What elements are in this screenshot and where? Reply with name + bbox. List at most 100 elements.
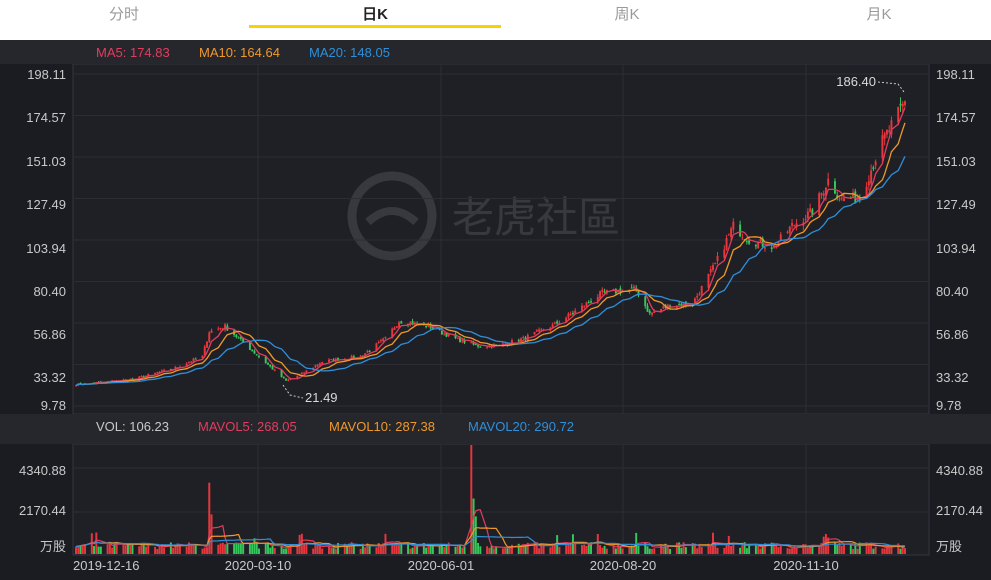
ma20-legend: MA20: 148.05 [309,45,390,60]
volume-bar [791,548,794,554]
volume-bar [172,547,175,554]
volume-bar [506,548,509,554]
candle-body [187,362,190,364]
candle-body [192,358,195,362]
candle-body [748,240,751,244]
volume-bar [865,542,868,554]
x-tick: 2020-06-01 [408,558,475,573]
candle-body [707,273,710,288]
candle-body [330,359,333,361]
volume-bar [567,544,570,554]
tab-intraday[interactable]: 分时 [64,0,184,30]
volume-bar [163,547,166,554]
volume-bar [619,546,622,554]
mavol20-legend: MAVOL20: 290.72 [468,419,574,434]
volume-bar [558,546,561,554]
candle-body [425,325,428,328]
candle-body [700,286,703,295]
volume-bar [727,535,730,554]
volume-bar [852,549,855,554]
volume-bar [488,547,491,554]
volume-bar [431,545,434,554]
volume-bar [185,546,188,554]
volume-bar [391,544,394,554]
price-tick-right: 198.11 [936,67,975,82]
volume-bar [849,544,852,554]
candle-body [486,346,489,348]
candle-body [838,198,841,200]
active-tab-indicator [249,25,501,28]
price-tick-right: 33.32 [936,370,969,385]
volume-bar [725,544,728,554]
candle-body [653,311,656,313]
volume-bar [601,547,604,554]
candle-body [477,345,480,347]
volume-bar [501,548,504,554]
volume-bar [332,548,335,554]
volume-bar [463,546,466,554]
volume-bar [904,548,906,554]
candle-body [644,296,647,307]
candle-body [854,191,857,203]
volume-tick-right: 4340.88 [936,463,983,478]
kline-chart[interactable]: 老虎社區 MA5: 174.83 MA10: 164.64 MA20: 148.… [0,40,991,575]
volume-bar [248,543,251,554]
tab-monthly-k[interactable]: 月K [819,0,939,30]
volume-bar [303,544,306,554]
price-tick-left: 103.94 [26,241,66,256]
candle-body [271,366,274,370]
candle-body [730,228,733,238]
volume-bar [612,543,615,554]
candle-body [400,321,403,324]
volume-bar [459,545,461,554]
volume-bar [682,542,685,554]
volume-bar [257,548,260,554]
candle-body [321,361,324,364]
candle-body [257,356,260,358]
candle-body [786,231,789,233]
volume-bar [158,546,161,554]
candle-body [574,310,577,314]
candle-body [190,361,193,363]
candle-body [820,193,823,195]
candle-body [590,301,592,303]
candle-body [759,239,762,242]
candle-body [763,247,766,249]
candle-body [723,249,726,258]
volume-bar [398,543,400,554]
volume-bar [330,547,333,554]
candle-body [904,101,906,106]
candle-body [883,133,886,139]
candle-body [470,342,473,344]
candle-body [382,338,385,342]
volume-bar [675,542,678,554]
price-tick-right: 127.49 [936,197,976,212]
candle-body [163,369,166,371]
volume-bar [684,547,687,554]
candle-body [140,376,143,378]
volume-bar [779,545,782,554]
volume-bar [346,546,349,554]
volume-bar [237,543,240,554]
volume-bar [454,546,457,554]
volume-bar [169,542,172,554]
tab-weekly-k[interactable]: 周K [567,0,687,30]
volume-bar [409,548,412,554]
volume-bar [267,542,269,554]
volume-bar [400,543,403,554]
volume-bar [596,533,599,554]
x-tick: 2020-03-10 [225,558,292,573]
candle-body [393,327,396,330]
volume-bar [874,546,877,554]
volume-bar [581,545,583,554]
price-tick-left: 33.32 [33,370,66,385]
price-tick-left: 127.49 [26,197,66,212]
volume-bar [206,547,208,554]
candle-body [899,103,902,106]
volume-bar [99,546,102,554]
volume-bar [233,543,236,554]
volume-bar [492,548,495,554]
candle-body [303,372,306,374]
volume-bar [872,548,875,554]
candle-body [571,312,574,314]
